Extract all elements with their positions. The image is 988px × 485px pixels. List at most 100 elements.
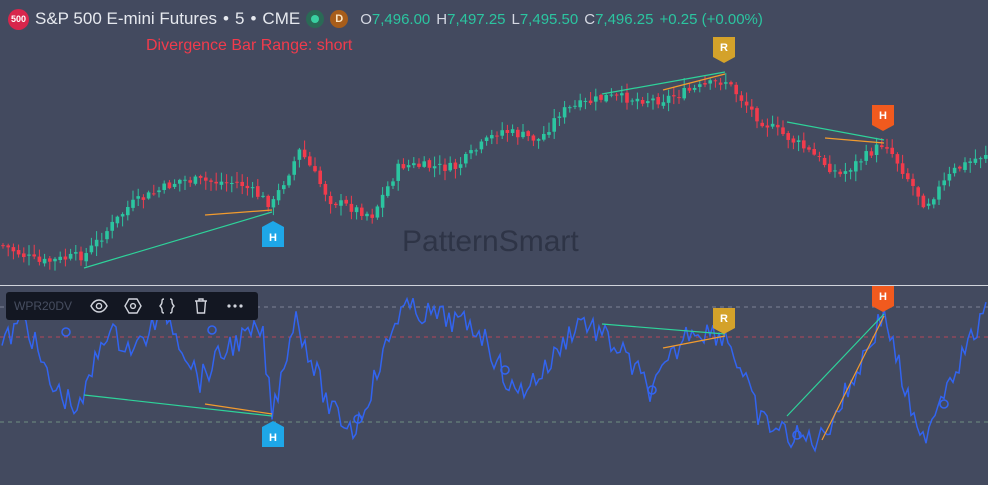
eye-icon[interactable] [82, 292, 116, 320]
candle-body [136, 196, 140, 199]
market-status-icon[interactable] [306, 10, 325, 28]
candle-body [63, 256, 68, 260]
candle-body [958, 166, 962, 169]
candle-body [209, 180, 213, 182]
candle-body [42, 258, 47, 264]
candle-body [110, 221, 114, 231]
candle-body [1, 245, 5, 247]
candle-body [568, 107, 572, 109]
interval[interactable]: 5 [235, 9, 244, 29]
candle-body [760, 122, 764, 127]
candle-body [443, 164, 447, 171]
candle-body [505, 129, 510, 134]
candle-body [396, 163, 400, 181]
candle-body [812, 148, 816, 155]
candle-body [646, 101, 650, 104]
settings-hexagon-icon[interactable] [116, 292, 150, 320]
candle-body [276, 190, 281, 201]
candle-body [100, 240, 104, 242]
candle-body [588, 100, 593, 104]
candle-body [141, 197, 146, 200]
candle-body [895, 154, 900, 164]
candle-body [370, 214, 374, 218]
candle-body [479, 141, 484, 150]
candle-body [339, 200, 343, 206]
candle-body [167, 182, 172, 189]
candle-body [776, 124, 780, 128]
candle-body [417, 163, 421, 167]
candle-body [630, 100, 634, 102]
candle-body [380, 194, 385, 208]
candle-body [703, 83, 707, 85]
candle-body [157, 190, 161, 193]
more-icon[interactable] [218, 292, 252, 320]
marker-label: H [269, 432, 277, 444]
candle-body [126, 207, 130, 216]
candle-body [911, 178, 915, 186]
candle-body [172, 183, 177, 187]
candle-body [105, 231, 109, 240]
candle-body [214, 181, 218, 184]
candle-body [614, 94, 619, 96]
candle-body [271, 199, 276, 208]
indicator-name[interactable]: WPR20DV [6, 299, 82, 313]
low-value: 7,495.50 [519, 10, 579, 28]
candle-body [807, 147, 811, 150]
candle-body [542, 133, 546, 140]
candle-body [848, 170, 853, 172]
divergence-line [601, 71, 726, 95]
candle-body [869, 151, 874, 156]
candle-body [666, 95, 671, 103]
candle-body [120, 214, 125, 217]
divergence-line [83, 394, 273, 417]
delayed-data-badge[interactable]: D [330, 10, 349, 28]
candle-body [422, 161, 426, 167]
candle-body [261, 195, 265, 197]
trash-icon[interactable] [184, 292, 218, 320]
close-label: C [584, 10, 596, 28]
candle-body [984, 154, 988, 159]
candle-body [115, 216, 120, 224]
code-braces-icon[interactable] [150, 292, 184, 320]
candle-body [843, 171, 848, 174]
pattern-marker: R [713, 308, 735, 334]
candle-body [739, 95, 744, 101]
candle-body [526, 131, 530, 137]
candle-body [692, 87, 697, 90]
candle-body [266, 195, 270, 207]
change-value: +0.25 (+0.00%) [659, 10, 763, 28]
candle-body [583, 100, 588, 102]
open-label: O [360, 10, 372, 28]
symbol-name[interactable]: S&P 500 E-mini Futures [35, 9, 217, 29]
pattern-marker: H [872, 286, 894, 312]
oscillator-pane[interactable] [0, 296, 988, 453]
candle-body [313, 166, 317, 172]
candle-body [245, 185, 250, 189]
candle-body [640, 99, 645, 104]
candle-body [391, 181, 395, 186]
candle-body [360, 207, 364, 216]
ohlc-values: O7,496.00 H7,497.25 L7,495.50 C7,496.25 … [360, 11, 763, 28]
candle-body [625, 92, 629, 103]
low-label: L [511, 10, 520, 28]
candle-body [193, 176, 198, 184]
candle-body [219, 181, 224, 185]
pattern-marker: H [872, 105, 894, 131]
candle-body [469, 150, 473, 154]
watermark: PatternSmart [402, 225, 579, 258]
candle-body [89, 245, 94, 253]
candle-body [432, 166, 437, 169]
candle-body [58, 256, 62, 261]
candle-body [562, 107, 567, 118]
candle-body [84, 253, 88, 262]
candle-body [188, 180, 192, 183]
candle-body [282, 185, 286, 190]
candle-body [240, 181, 244, 187]
candle-body [495, 135, 499, 137]
candle-body [635, 98, 640, 102]
candle-body [682, 87, 686, 99]
candle-body [250, 187, 255, 189]
candle-body [833, 170, 837, 172]
exchange: CME [262, 9, 301, 28]
candle-body [68, 253, 73, 259]
